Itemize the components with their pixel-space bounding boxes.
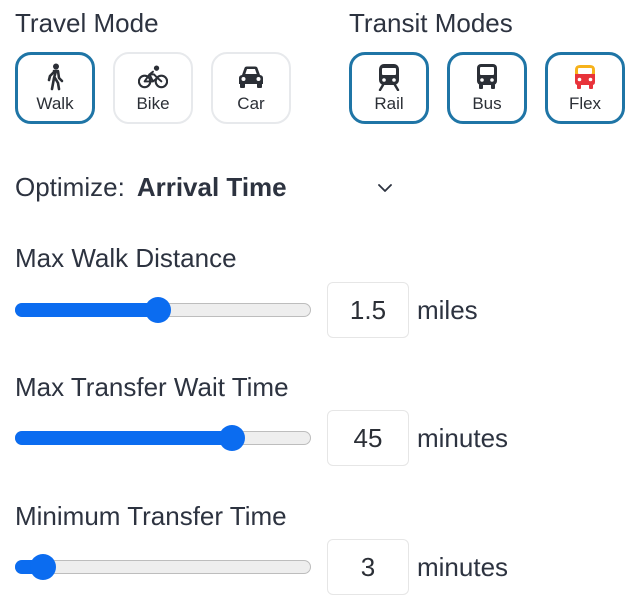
max-transfer-wait-slider[interactable] [15, 425, 311, 451]
chevron-down-icon [375, 178, 395, 198]
max-transfer-wait-title: Max Transfer Wait Time [15, 372, 289, 402]
bike-mode-button[interactable]: Bike [113, 52, 193, 124]
bus-icon [472, 62, 502, 92]
slider-fill [15, 303, 157, 317]
walk-mode-button[interactable]: Walk [15, 52, 95, 124]
optimize-value: Arrival Time [136, 171, 287, 202]
travel-mode-title: Travel Mode [15, 8, 159, 38]
bus-mode-button[interactable]: Bus [447, 52, 527, 124]
rail-label: Rail [374, 94, 404, 113]
walk-icon [40, 62, 70, 92]
bike-label: Bike [136, 94, 170, 113]
car-mode-button[interactable]: Car [211, 52, 291, 124]
max-transfer-wait-unit: minutes [417, 423, 509, 453]
slider-thumb[interactable] [219, 425, 245, 451]
minimum-transfer-time-slider[interactable] [15, 554, 311, 580]
rail-icon [374, 62, 404, 92]
minimum-transfer-time-input[interactable]: 3 [327, 539, 409, 595]
max-walk-distance-input[interactable]: 1.5 [327, 282, 409, 338]
max-walk-distance-slider[interactable] [15, 297, 311, 323]
car-label: Car [237, 94, 265, 113]
slider-thumb[interactable] [145, 297, 171, 323]
max-walk-distance-title: Max Walk Distance [15, 243, 237, 273]
max-walk-distance-unit: miles [417, 295, 478, 325]
flex-mode-button[interactable]: Flex [545, 52, 625, 124]
optimize-label: Optimize: [15, 171, 125, 202]
optimize-select[interactable]: Optimize: Arrival Time [15, 170, 405, 204]
bike-icon [138, 62, 168, 92]
bus-label: Bus [472, 94, 502, 113]
max-transfer-wait-input[interactable]: 45 [327, 410, 409, 466]
minimum-transfer-time-unit: minutes [417, 552, 509, 582]
trip-options-panel: Travel Mode Walk Bike Car Transit Modes … [0, 0, 640, 603]
walk-label: Walk [36, 94, 74, 113]
flex-label: Flex [568, 94, 602, 113]
car-icon [236, 62, 266, 92]
flex-icon [570, 62, 600, 92]
rail-mode-button[interactable]: Rail [349, 52, 429, 124]
slider-thumb[interactable] [30, 554, 56, 580]
minimum-transfer-time-title: Minimum Transfer Time [15, 501, 287, 531]
slider-fill [15, 431, 231, 445]
transit-modes-title: Transit Modes [349, 8, 513, 38]
